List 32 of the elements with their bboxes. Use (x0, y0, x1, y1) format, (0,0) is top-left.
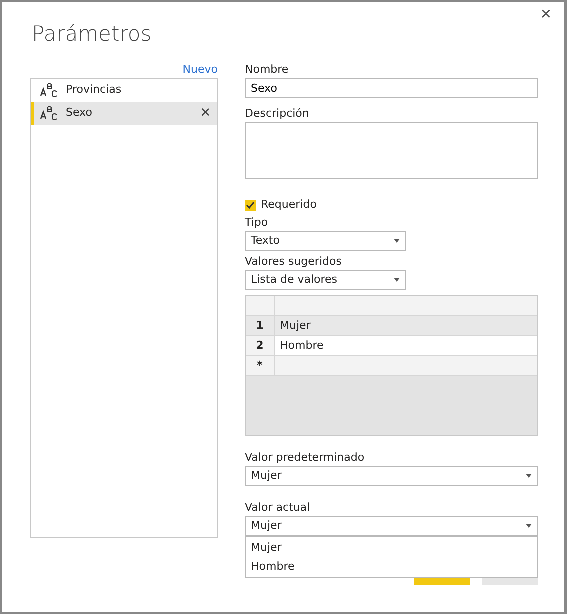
grid-row[interactable]: 2 Hombre (246, 336, 537, 356)
parameter-name: Sexo (66, 105, 94, 122)
caret-icon (526, 524, 532, 528)
dialog-title: Parámetros (32, 22, 152, 48)
dropdown[interactable]: Mujer (245, 466, 538, 486)
field-label: Valores sugeridos (245, 254, 343, 270)
text-type-icon (40, 83, 58, 98)
name-field[interactable]: Sexo (245, 78, 538, 98)
close-button[interactable]: ✕ (538, 5, 554, 26)
dropdown[interactable]: Texto (245, 231, 406, 251)
new-link[interactable]: Nuevo (182, 62, 218, 78)
grid-row[interactable]: 1 Mujer (246, 316, 537, 336)
parameter-name: Provincias (66, 82, 123, 98)
checkbox-label: Requerido (261, 196, 317, 213)
field-label: Descripción (245, 106, 310, 122)
field-label: Tipo (245, 215, 270, 231)
dropdown[interactable]: Lista de valores (245, 270, 406, 290)
dropdown[interactable]: Mujer (245, 516, 538, 536)
parameter-item[interactable]: Sexo ✕ (31, 102, 217, 125)
delete-button[interactable]: ✕ (194, 104, 217, 124)
caret-icon (394, 278, 400, 282)
caret-icon (394, 239, 400, 243)
field-label: Valor actual (245, 500, 312, 516)
text-type-icon (40, 106, 58, 121)
field-label: Valor predeterminado (245, 450, 366, 466)
description-field[interactable] (245, 122, 538, 179)
parameter-item[interactable]: Provincias (31, 79, 217, 102)
dropdown-option[interactable]: Hombre (246, 557, 537, 576)
dropdown-option[interactable]: Mujer (246, 538, 537, 557)
field-label: Nombre (245, 62, 290, 78)
caret-icon (526, 474, 532, 478)
required-checkbox[interactable] (245, 200, 256, 210)
